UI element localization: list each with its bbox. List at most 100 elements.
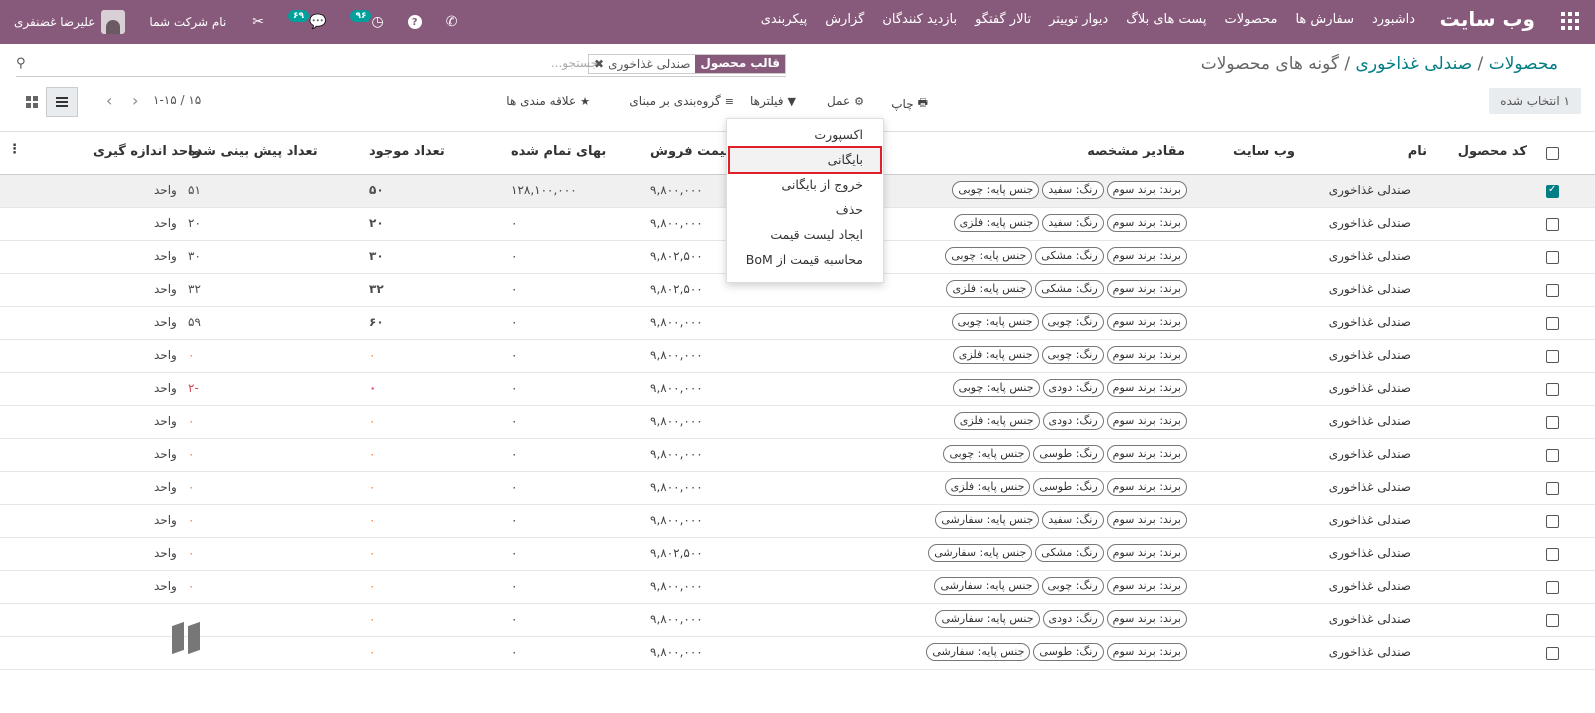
pager-next-icon[interactable]: › (132, 91, 138, 110)
apps-menu-icon[interactable] (1561, 12, 1579, 30)
favorites-button[interactable]: ★ علاقه مندی ها (506, 94, 590, 108)
row-checkbox[interactable] (1546, 251, 1559, 264)
row-forecast: ۵۹ (188, 315, 201, 329)
row-attribute-tags: برند: برند سوم رنگ: سفید جنس پایه: چوبی (952, 181, 1187, 199)
table-row[interactable]: صندلی غذاخوری برند: برند سوم رنگ: دودی جنس … (0, 604, 1595, 637)
attribute-tag: رنگ: چوبی (1041, 577, 1104, 595)
table-row[interactable]: صندلی غذاخوری برند: برند سومرنگ: سفیدجنس … (0, 505, 1595, 538)
row-checkbox[interactable] (1546, 647, 1559, 660)
menu-item-forum[interactable]: تالار گفتگو (975, 12, 1031, 27)
row-checkbox[interactable] (1546, 350, 1559, 363)
breadcrumb-products[interactable]: محصولات (1489, 54, 1558, 74)
table-row[interactable]: صندلی غذاخوری برند: برند سوم رنگ: طوسی جنس … (0, 439, 1595, 472)
attribute-tag: برند: برند سوم (1106, 544, 1187, 562)
row-checkbox[interactable] (1546, 449, 1559, 462)
header-name[interactable]: نام (1408, 144, 1427, 159)
table-row[interactable]: صندلی غذاخوری برند: برند سوم رنگ: دودی جنس … (0, 373, 1595, 406)
menu-item-blog-posts[interactable]: پست های بلاگ (1126, 12, 1206, 27)
print-button[interactable]: 🖶 چاپ (891, 94, 928, 113)
table-row[interactable]: صندلی غذاخوری برند: برند سوم رنگ: چوبی جنس … (0, 571, 1595, 604)
row-on-hand: ۰ (369, 348, 376, 362)
row-checkbox[interactable] (1546, 284, 1559, 297)
header-uom[interactable]: واحد اندازه گیری (93, 144, 201, 159)
header-attributes[interactable]: مقادیر مشخصه (1087, 144, 1185, 159)
menu-item-create-pricelist[interactable]: ایجاد لیست قیمت (770, 227, 863, 242)
help-icon[interactable]: ? (407, 15, 422, 29)
breadcrumb: محصولات / صندلی غذاخوری / گونه های محصول… (1200, 54, 1558, 74)
kanban-view-button[interactable] (16, 87, 48, 117)
row-checkbox[interactable] (1546, 184, 1559, 198)
row-forecast: ۰ (188, 546, 195, 560)
menu-item-orders[interactable]: سفارش ها (1295, 12, 1354, 27)
menu-item-archive[interactable]: بایگانی (828, 152, 863, 167)
row-uom: واحد (154, 381, 177, 395)
menu-item-products[interactable]: محصولات (1224, 12, 1277, 27)
row-sale-price: ۹,۸۰۰,۰۰۰ (650, 216, 703, 230)
select-all-checkbox[interactable] (1546, 147, 1559, 160)
user-menu[interactable]: علیرضا غضنفری (14, 10, 126, 34)
row-checkbox[interactable] (1546, 383, 1559, 396)
row-sale-price: ۹,۸۰۰,۰۰۰ (650, 348, 703, 362)
avatar (101, 10, 126, 34)
header-on-hand[interactable]: تعداد موجود (369, 144, 445, 159)
row-on-hand: ۳۲ (369, 282, 384, 296)
row-attribute-tags: برند: برند سوم رنگ: مشکی جنس پایه: چوبی (945, 247, 1187, 265)
gear-icon: ⚙ (854, 94, 864, 108)
tools-icon[interactable]: ✂ (252, 14, 264, 30)
pager-value[interactable]: ۱-۱۵ / ۱۵ (153, 93, 201, 107)
row-uom: واحد (154, 414, 177, 428)
table-row[interactable]: صندلی غذاخوری برند: برند سوم رنگ: دودی جنس … (0, 406, 1595, 439)
row-cost: ۰ (511, 579, 518, 593)
header-sale-price[interactable]: قیمت فروش (650, 144, 733, 159)
chat-icon[interactable]: ۶۹ 💬 (288, 10, 326, 30)
row-attribute-tags: برند: برند سوم رنگ: چوبی جنس پایه: چوبی (951, 313, 1187, 331)
row-checkbox[interactable] (1546, 416, 1559, 429)
header-code[interactable]: کد محصول (1458, 144, 1527, 159)
phone-icon[interactable]: ✆ (446, 14, 458, 30)
table-row[interactable]: صندلی غذاخوری برند: برند سوم رنگ: چوبی جنس … (0, 307, 1595, 340)
search-input[interactable]: جستجو... (551, 56, 598, 70)
row-checkbox[interactable] (1546, 482, 1559, 495)
menu-item-reporting[interactable]: گزارش (825, 12, 864, 27)
activity-icon[interactable]: ۹۶ ◷ (350, 10, 384, 30)
row-checkbox[interactable] (1546, 218, 1559, 231)
menu-item-configuration[interactable]: پیکربندی (761, 12, 807, 27)
table-row[interactable]: صندلی غذاخوری برند: برند سوم رنگ: چوبی جنس … (0, 340, 1595, 373)
menu-item-unarchive[interactable]: خروج از بایگانی (781, 177, 863, 192)
menu-item-visitors[interactable]: بازدید کنندگان (882, 12, 957, 27)
menu-item-delete[interactable]: حذف (836, 202, 863, 217)
header-cost[interactable]: بهای تمام شده (511, 144, 606, 159)
attribute-tag: جنس پایه: چوبی (952, 181, 1040, 199)
search-icon[interactable]: ⚲ (16, 56, 26, 71)
table-row[interactable]: صندلی غذاخوری برند: برند سوم رنگ: طوسی جنس … (0, 637, 1595, 670)
breadcrumb-dining-chair[interactable]: صندلی غذاخوری (1356, 54, 1473, 74)
filters-button[interactable]: ▼ فیلترها (750, 94, 796, 108)
attribute-tag: برند: برند سوم (1106, 214, 1187, 232)
row-checkbox[interactable] (1546, 614, 1559, 627)
row-attribute-tags: برند: برند سوم رنگ: دودی جنس پایه: فلزی (953, 412, 1187, 430)
row-checkbox[interactable] (1546, 317, 1559, 330)
menu-item-dashboard[interactable]: داشبورد (1372, 12, 1415, 27)
attribute-tag: جنس پایه: چوبی (952, 379, 1040, 397)
menu-item-twitter-wall[interactable]: دیوار توییتر (1049, 12, 1108, 27)
row-checkbox[interactable] (1546, 515, 1559, 528)
header-website[interactable]: وب سایت (1233, 144, 1295, 159)
menu-item-export[interactable]: اکسپورت (814, 127, 863, 142)
table-row[interactable]: صندلی غذاخوری برند: برند سوم رنگ: طوسی جنس … (0, 472, 1595, 505)
company-switcher[interactable]: نام شرکت شما (149, 15, 226, 29)
selected-count-button[interactable]: ۱ انتخاب شده (1489, 88, 1581, 114)
optional-columns-icon[interactable]: ⋮ (8, 142, 21, 157)
row-checkbox[interactable] (1546, 581, 1559, 594)
group-by-button[interactable]: ≡ گروه‌بندی بر مبنای (629, 94, 734, 108)
attribute-tag: جنس پایه: فلزی (944, 478, 1031, 496)
list-view-button[interactable] (46, 87, 78, 117)
pager-previous-icon[interactable]: ‹ (106, 91, 112, 110)
action-button[interactable]: ⚙ عمل (827, 94, 864, 108)
search-bar: قالب محصول صندلی غذاخوری ✖ جستجو... ⚲ (16, 53, 786, 77)
row-checkbox[interactable] (1546, 548, 1559, 561)
app-brand[interactable]: وب سایت (1440, 7, 1535, 31)
menu-item-compute-price-from-bom[interactable]: محاسبه قیمت از BoM (746, 252, 863, 267)
row-cost: ۰ (511, 249, 518, 263)
table-row[interactable]: صندلی غذاخوری برند: برند سوم رنگ: مشکی جنس … (0, 538, 1595, 571)
header-forecast[interactable]: تعداد پیش بینی شده (188, 144, 318, 159)
